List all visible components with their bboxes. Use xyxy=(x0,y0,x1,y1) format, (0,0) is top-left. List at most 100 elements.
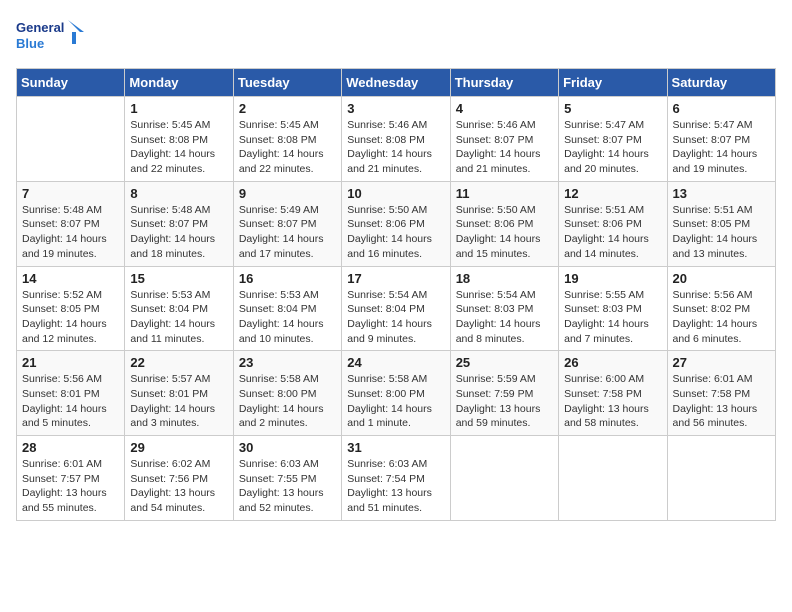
day-number: 5 xyxy=(564,101,661,116)
day-info: Sunrise: 5:50 AM Sunset: 8:06 PM Dayligh… xyxy=(347,203,444,262)
calendar-cell: 20 Sunrise: 5:56 AM Sunset: 8:02 PM Dayli… xyxy=(667,266,775,351)
calendar-cell: 25 Sunrise: 5:59 AM Sunset: 7:59 PM Dayli… xyxy=(450,351,558,436)
day-number: 13 xyxy=(673,186,770,201)
calendar-week-1: 1 Sunrise: 5:45 AM Sunset: 8:08 PM Daylig… xyxy=(17,97,776,182)
calendar-cell: 5 Sunrise: 5:47 AM Sunset: 8:07 PM Daylig… xyxy=(559,97,667,182)
calendar-cell: 4Sunrise: 5:46 AM Sunset: 8:07 PM Daylig… xyxy=(450,97,558,182)
calendar-cell: 27 Sunrise: 6:01 AM Sunset: 7:58 PM Dayli… xyxy=(667,351,775,436)
calendar-cell xyxy=(17,97,125,182)
calendar-cell: 29 Sunrise: 6:02 AM Sunset: 7:56 PM Dayli… xyxy=(125,436,233,521)
day-number: 8 xyxy=(130,186,227,201)
svg-text:Blue: Blue xyxy=(16,36,44,51)
day-number: 25 xyxy=(456,355,553,370)
day-number: 22 xyxy=(130,355,227,370)
calendar-cell: 14 Sunrise: 5:52 AM Sunset: 8:05 PM Dayli… xyxy=(17,266,125,351)
calendar-cell: 21 Sunrise: 5:56 AM Sunset: 8:01 PM Dayli… xyxy=(17,351,125,436)
day-info: Sunrise: 5:51 AM Sunset: 8:05 PM Dayligh… xyxy=(673,203,770,262)
day-info: Sunrise: 5:58 AM Sunset: 8:00 PM Dayligh… xyxy=(347,372,444,431)
day-number: 7 xyxy=(22,186,119,201)
day-number: 15 xyxy=(130,271,227,286)
day-number: 30 xyxy=(239,440,336,455)
calendar-cell: 9 Sunrise: 5:49 AM Sunset: 8:07 PM Daylig… xyxy=(233,181,341,266)
calendar-cell: 18Sunrise: 5:54 AM Sunset: 8:03 PM Dayli… xyxy=(450,266,558,351)
calendar-cell: 13 Sunrise: 5:51 AM Sunset: 8:05 PM Dayli… xyxy=(667,181,775,266)
calendar-week-5: 28 Sunrise: 6:01 AM Sunset: 7:57 PM Dayli… xyxy=(17,436,776,521)
day-number: 17 xyxy=(347,271,444,286)
day-info: Sunrise: 5:56 AM Sunset: 8:01 PM Dayligh… xyxy=(22,372,119,431)
day-info: Sunrise: 5:58 AM Sunset: 8:00 PM Dayligh… xyxy=(239,372,336,431)
calendar-week-4: 21 Sunrise: 5:56 AM Sunset: 8:01 PM Dayli… xyxy=(17,351,776,436)
day-number: 12 xyxy=(564,186,661,201)
day-info: Sunrise: 6:01 AM Sunset: 7:58 PM Dayligh… xyxy=(673,372,770,431)
calendar-cell: 31 Sunrise: 6:03 AM Sunset: 7:54 PM Dayli… xyxy=(342,436,450,521)
calendar-cell xyxy=(667,436,775,521)
day-number: 6 xyxy=(673,101,770,116)
day-number: 16 xyxy=(239,271,336,286)
calendar-cell: 6 Sunrise: 5:47 AM Sunset: 8:07 PM Daylig… xyxy=(667,97,775,182)
day-info: Sunrise: 5:51 AM Sunset: 8:06 PM Dayligh… xyxy=(564,203,661,262)
day-info: Sunrise: 5:55 AM Sunset: 8:03 PM Dayligh… xyxy=(564,288,661,347)
calendar-cell: 16 Sunrise: 5:53 AM Sunset: 8:04 PM Dayli… xyxy=(233,266,341,351)
calendar-cell: 30Sunrise: 6:03 AM Sunset: 7:55 PM Dayli… xyxy=(233,436,341,521)
day-info: Sunrise: 5:47 AM Sunset: 8:07 PM Dayligh… xyxy=(673,118,770,177)
day-header-friday: Friday xyxy=(559,69,667,97)
day-number: 29 xyxy=(130,440,227,455)
day-number: 4 xyxy=(456,101,553,116)
calendar-cell: 28 Sunrise: 6:01 AM Sunset: 7:57 PM Dayli… xyxy=(17,436,125,521)
day-number: 19 xyxy=(564,271,661,286)
day-header-monday: Monday xyxy=(125,69,233,97)
logo-svg: General Blue xyxy=(16,16,86,58)
day-info: Sunrise: 5:56 AM Sunset: 8:02 PM Dayligh… xyxy=(673,288,770,347)
header: General Blue xyxy=(16,16,776,58)
day-number: 20 xyxy=(673,271,770,286)
day-info: Sunrise: 5:49 AM Sunset: 8:07 PM Dayligh… xyxy=(239,203,336,262)
day-number: 14 xyxy=(22,271,119,286)
day-info: Sunrise: 6:00 AM Sunset: 7:58 PM Dayligh… xyxy=(564,372,661,431)
day-info: Sunrise: 5:54 AM Sunset: 8:03 PM Dayligh… xyxy=(456,288,553,347)
day-info: Sunrise: 5:45 AM Sunset: 8:08 PM Dayligh… xyxy=(239,118,336,177)
day-info: Sunrise: 5:59 AM Sunset: 7:59 PM Dayligh… xyxy=(456,372,553,431)
day-info: Sunrise: 5:53 AM Sunset: 8:04 PM Dayligh… xyxy=(130,288,227,347)
calendar-cell: 8 Sunrise: 5:48 AM Sunset: 8:07 PM Daylig… xyxy=(125,181,233,266)
day-info: Sunrise: 5:48 AM Sunset: 8:07 PM Dayligh… xyxy=(130,203,227,262)
calendar-week-2: 7 Sunrise: 5:48 AM Sunset: 8:07 PM Daylig… xyxy=(17,181,776,266)
day-header-saturday: Saturday xyxy=(667,69,775,97)
calendar-cell: 17 Sunrise: 5:54 AM Sunset: 8:04 PM Dayli… xyxy=(342,266,450,351)
day-info: Sunrise: 6:03 AM Sunset: 7:54 PM Dayligh… xyxy=(347,457,444,516)
day-info: Sunrise: 5:50 AM Sunset: 8:06 PM Dayligh… xyxy=(456,203,553,262)
calendar-cell: 12 Sunrise: 5:51 AM Sunset: 8:06 PM Dayli… xyxy=(559,181,667,266)
svg-text:General: General xyxy=(16,20,64,35)
day-info: Sunrise: 5:46 AM Sunset: 8:08 PM Dayligh… xyxy=(347,118,444,177)
day-info: Sunrise: 5:48 AM Sunset: 8:07 PM Dayligh… xyxy=(22,203,119,262)
calendar-cell: 24 Sunrise: 5:58 AM Sunset: 8:00 PM Dayli… xyxy=(342,351,450,436)
calendar-cell: 1Sunrise: 5:45 AM Sunset: 8:08 PM Daylig… xyxy=(125,97,233,182)
day-header-wednesday: Wednesday xyxy=(342,69,450,97)
calendar-cell: 10 Sunrise: 5:50 AM Sunset: 8:06 PM Dayli… xyxy=(342,181,450,266)
calendar-cell: 11 Sunrise: 5:50 AM Sunset: 8:06 PM Dayli… xyxy=(450,181,558,266)
day-info: Sunrise: 6:01 AM Sunset: 7:57 PM Dayligh… xyxy=(22,457,119,516)
day-number: 2 xyxy=(239,101,336,116)
day-header-thursday: Thursday xyxy=(450,69,558,97)
calendar-cell: 26Sunrise: 6:00 AM Sunset: 7:58 PM Dayli… xyxy=(559,351,667,436)
day-number: 24 xyxy=(347,355,444,370)
day-number: 9 xyxy=(239,186,336,201)
day-info: Sunrise: 5:53 AM Sunset: 8:04 PM Dayligh… xyxy=(239,288,336,347)
day-number: 27 xyxy=(673,355,770,370)
day-info: Sunrise: 5:52 AM Sunset: 8:05 PM Dayligh… xyxy=(22,288,119,347)
logo: General Blue xyxy=(16,16,86,58)
day-header-tuesday: Tuesday xyxy=(233,69,341,97)
day-info: Sunrise: 6:02 AM Sunset: 7:56 PM Dayligh… xyxy=(130,457,227,516)
calendar-week-3: 14 Sunrise: 5:52 AM Sunset: 8:05 PM Dayli… xyxy=(17,266,776,351)
calendar-cell: 2 Sunrise: 5:45 AM Sunset: 8:08 PM Daylig… xyxy=(233,97,341,182)
day-number: 31 xyxy=(347,440,444,455)
calendar-cell: 3Sunrise: 5:46 AM Sunset: 8:08 PM Daylig… xyxy=(342,97,450,182)
day-info: Sunrise: 5:54 AM Sunset: 8:04 PM Dayligh… xyxy=(347,288,444,347)
calendar-cell: 23Sunrise: 5:58 AM Sunset: 8:00 PM Dayli… xyxy=(233,351,341,436)
calendar-cell: 7 Sunrise: 5:48 AM Sunset: 8:07 PM Daylig… xyxy=(17,181,125,266)
day-info: Sunrise: 5:47 AM Sunset: 8:07 PM Dayligh… xyxy=(564,118,661,177)
day-number: 28 xyxy=(22,440,119,455)
day-number: 21 xyxy=(22,355,119,370)
day-number: 1 xyxy=(130,101,227,116)
day-number: 10 xyxy=(347,186,444,201)
day-number: 11 xyxy=(456,186,553,201)
